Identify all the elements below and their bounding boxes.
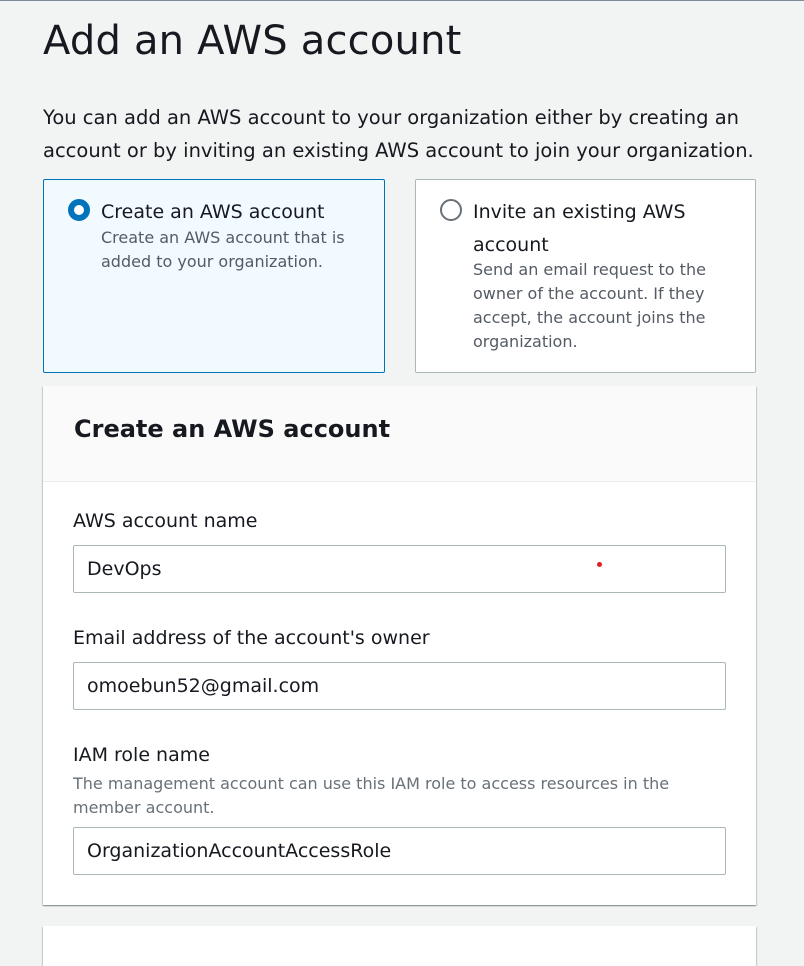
next-section-container [43,926,756,966]
account-name-input[interactable] [73,545,726,593]
option-create-account-label: Create an AWS account [101,201,325,223]
page-description: You can add an AWS account to your organ… [43,106,754,162]
iam-role-input[interactable] [73,827,726,875]
radio-create-account[interactable] [68,199,90,221]
iam-role-hint: The management account can use this IAM … [73,774,670,817]
owner-email-input[interactable] [73,662,726,710]
create-account-form: Create an AWS account AWS account name E… [43,386,756,905]
form-header: Create an AWS account [43,386,756,482]
radio-invite-account[interactable] [440,199,462,221]
form-title: Create an AWS account [74,415,391,443]
iam-role-label: IAM role name [73,744,210,766]
option-invite-account-label: Invite an existing AWS account [473,201,686,256]
owner-email-label: Email address of the account's owner [73,627,430,649]
option-invite-account-description: Send an email request to the owner of th… [473,260,706,351]
cursor-marker [597,562,602,567]
option-invite-account-tile[interactable]: Invite an existing AWS account Send an e… [415,179,756,373]
account-name-label: AWS account name [73,510,258,532]
page-title: Add an AWS account [43,18,462,64]
add-account-page: Add an AWS account You can add an AWS ac… [0,0,804,966]
option-create-account-description: Create an AWS account that is added to y… [101,228,345,271]
option-create-account-tile[interactable]: Create an AWS account Create an AWS acco… [43,179,385,373]
